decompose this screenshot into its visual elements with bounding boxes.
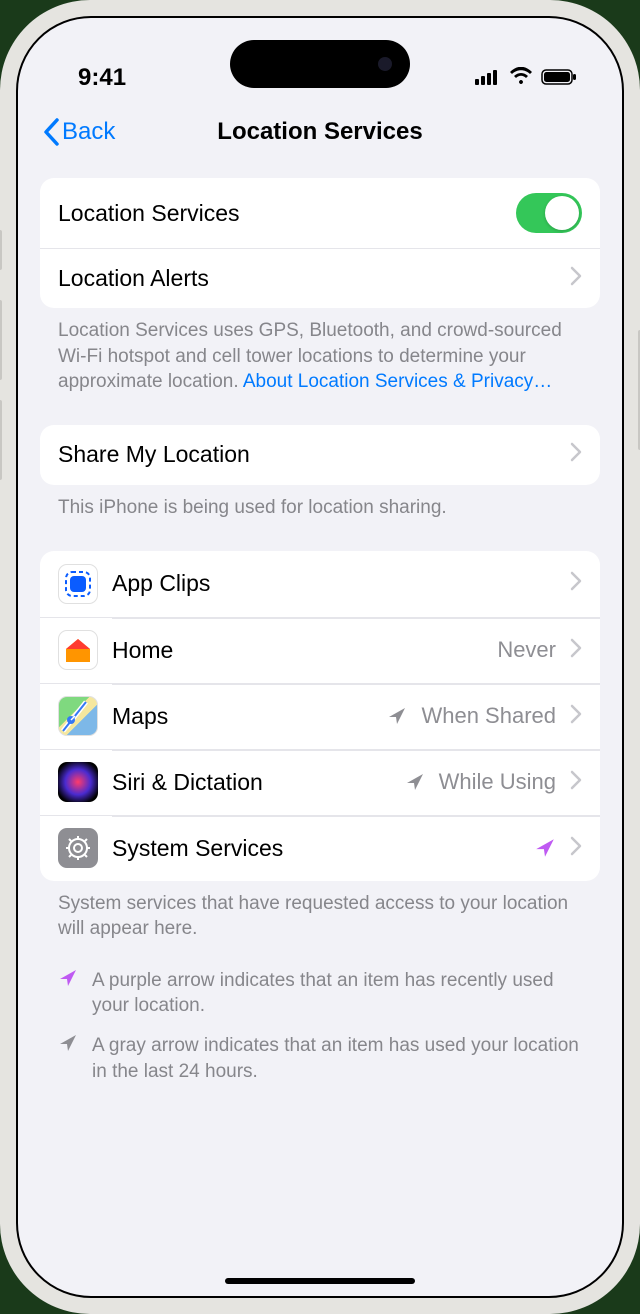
about-privacy-link[interactable]: About Location Services & Privacy… [243, 371, 552, 392]
location-arrow-icon [405, 772, 425, 792]
chevron-right-icon [570, 570, 582, 597]
location-services-toggle[interactable] [516, 193, 582, 233]
group-location: Location Services Location Alerts [40, 178, 600, 308]
legend-purple: A purple arrow indicates that an item ha… [58, 968, 582, 1019]
group-location-footer: Location Services uses GPS, Bluetooth, a… [40, 308, 600, 395]
nav-bar: Back Location Services [18, 108, 622, 164]
chevron-right-icon [570, 769, 582, 796]
chevron-right-icon [570, 637, 582, 664]
chevron-right-icon [570, 703, 582, 730]
location-arrow-icon [534, 837, 556, 859]
row-home[interactable]: Home Never [40, 617, 600, 683]
back-label: Back [62, 118, 115, 146]
chevron-right-icon [570, 835, 582, 862]
group-share-footer: This iPhone is being used for location s… [40, 485, 600, 521]
location-services-label: Location Services [58, 200, 502, 227]
back-button[interactable]: Back [43, 118, 115, 146]
row-system-services[interactable]: System Services [40, 815, 600, 881]
dynamic-island [230, 40, 410, 88]
location-alerts-label: Location Alerts [58, 265, 556, 292]
chevron-right-icon [570, 265, 582, 292]
legend: A purple arrow indicates that an item ha… [40, 942, 600, 1085]
row-app-clips[interactable]: App Clips [40, 551, 600, 617]
maps-icon [58, 696, 98, 736]
row-maps[interactable]: Maps When Shared [40, 683, 600, 749]
home-icon [58, 630, 98, 670]
share-my-location-label: Share My Location [58, 441, 556, 468]
app-status: While Using [439, 769, 556, 795]
row-share-my-location[interactable]: Share My Location [40, 425, 600, 485]
legend-purple-text: A purple arrow indicates that an item ha… [92, 968, 582, 1019]
app-label: Siri & Dictation [112, 769, 391, 796]
app-clips-icon [58, 564, 98, 604]
legend-gray: A gray arrow indicates that an item has … [58, 1033, 582, 1084]
app-label: App Clips [112, 570, 542, 597]
page-title: Location Services [217, 118, 422, 146]
location-arrow-icon [58, 1033, 80, 1084]
location-arrow-icon [387, 706, 407, 726]
row-siri[interactable]: Siri & Dictation While Using [40, 749, 600, 815]
home-indicator[interactable] [225, 1278, 415, 1284]
group-share: Share My Location [40, 425, 600, 485]
settings-icon [58, 828, 98, 868]
chevron-right-icon [570, 441, 582, 468]
app-label: System Services [112, 835, 520, 862]
app-status: Never [497, 637, 556, 663]
group-apps-footer: System services that have requested acce… [40, 881, 600, 942]
row-location-services[interactable]: Location Services [40, 178, 600, 248]
wifi-icon [509, 64, 533, 92]
app-label: Maps [112, 703, 373, 730]
legend-gray-text: A gray arrow indicates that an item has … [92, 1033, 582, 1084]
group-apps: App Clips Home Never Maps [40, 551, 600, 881]
app-status: When Shared [421, 703, 556, 729]
app-label: Home [112, 637, 483, 664]
row-location-alerts[interactable]: Location Alerts [40, 248, 600, 308]
battery-icon [541, 64, 577, 92]
chevron-left-icon [43, 118, 60, 146]
cellular-icon [475, 64, 501, 92]
location-arrow-icon [58, 968, 80, 1019]
status-time: 9:41 [78, 64, 126, 92]
siri-icon [58, 762, 98, 802]
